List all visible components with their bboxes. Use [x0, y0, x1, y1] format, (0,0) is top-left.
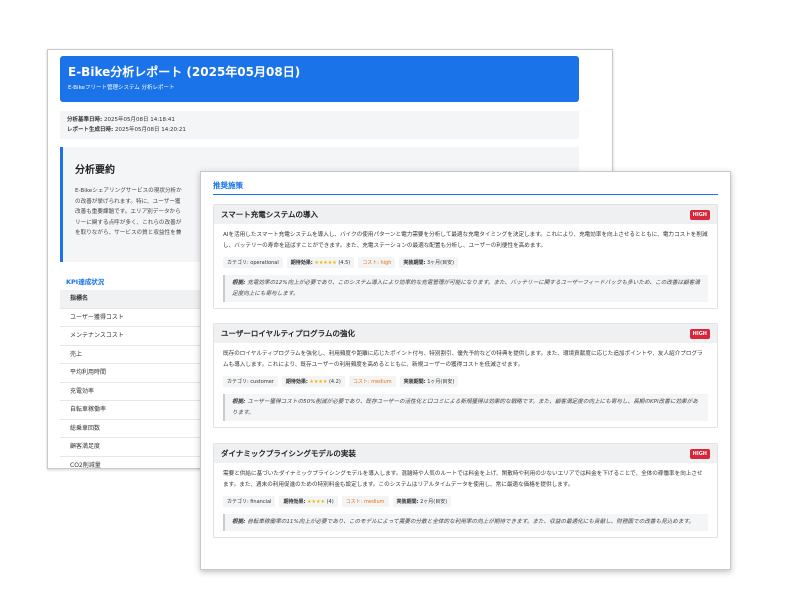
tag-label: コスト:: [362, 260, 379, 266]
tag-value: (4): [326, 499, 334, 505]
card-tags: カテゴリ: financial 期待効果: ★★★★ (4) コスト: medi…: [214, 493, 717, 510]
table-row: 総乗車回数: [60, 420, 205, 438]
effect-tag: 期待効果: ★★★★ (4): [279, 496, 338, 507]
tag-label: カテゴリ:: [227, 379, 249, 385]
tag-value: 2ヶ月(目安): [420, 499, 448, 505]
rationale-label: 根拠:: [232, 280, 246, 286]
card-tags: カテゴリ: customer 期待効果: ★★★★ (4.2) コスト: med…: [214, 373, 717, 390]
tag-value: customer: [250, 379, 274, 385]
priority-badge: HIGH: [689, 328, 710, 339]
card-rationale: 根拠: 自転車稼働率の11%向上が必要であり、このモデルによって需要の分散と全体…: [223, 514, 708, 531]
card-description: 需要と供給に基づいたダイナミックプライシングモデルを導入します。混雑時や人気のル…: [223, 471, 703, 488]
summary-line: 改善も重要課題です。エリア別データから: [75, 209, 181, 215]
report-header: E-Bike分析レポート (2025年05月08日) E-Bikeフリート管理シ…: [60, 56, 579, 102]
tag-value: (4.2): [328, 379, 341, 385]
tag-label: 実装期間:: [403, 379, 426, 385]
tag-label: 実装期間:: [403, 260, 426, 266]
category-tag: カテゴリ: customer: [223, 376, 278, 387]
tag-label: コスト:: [345, 499, 363, 505]
tag-value: 1ヶ月(目安): [427, 379, 455, 385]
card-header: スマート充電システムの導入 HIGH: [214, 205, 717, 224]
rationale-label: 根拠:: [232, 399, 246, 405]
card-description: AIを活用したスマート充電システムを導入し、バイクの使用パターンと電力需要を分析…: [223, 232, 708, 249]
tag-label: 期待効果:: [283, 499, 306, 505]
meta-label: 分析基準日時:: [67, 117, 103, 123]
tag-value: (4.5): [338, 260, 351, 266]
recommendation-card: ダイナミックプライシングモデルの実装 HIGH 需要と供給に基づいたダイナミック…: [213, 443, 718, 538]
period-tag: 実装期間: 1ヶ月(目安): [399, 376, 459, 387]
card-rationale: 根拠: ユーザー獲得コストの50%削減が必要であり、既存ユーザーの活性化と口コミ…: [223, 394, 708, 421]
rationale-label: 根拠:: [232, 519, 246, 525]
priority-badge: HIGH: [689, 209, 710, 220]
tag-value: financial: [250, 499, 272, 505]
tag-label: カテゴリ:: [227, 260, 249, 266]
table-row: ユーザー獲得コスト: [60, 309, 205, 327]
effect-tag: 期待効果: ★★★★★ (4.5): [286, 257, 355, 268]
meta-label: レポート生成日時:: [67, 127, 114, 133]
recommendation-card: ユーザーロイヤルティプログラムの強化 HIGH 既存のロイヤルティプログラムを強…: [213, 323, 718, 428]
tag-label: コスト:: [352, 379, 370, 385]
recommendations-window: 推奨施策 スマート充電システムの導入 HIGH AIを活用したスマート充電システ…: [200, 171, 731, 570]
recommendations-title: 推奨施策: [213, 181, 243, 190]
summary-line: E-Bikeシェアリングサービスの現状分析か: [75, 188, 182, 194]
table-row: 自転車稼働率: [60, 401, 205, 420]
category-tag: カテゴリ: operational: [223, 257, 283, 268]
report-meta: 分析基準日時: 2025年05月08日 14:18:41 レポート生成日時: 2…: [60, 111, 579, 139]
star-rating-icon: ★★★★★: [314, 260, 337, 266]
meta-value: 2025年05月08日 14:20:21: [114, 127, 186, 133]
star-rating-icon: ★★★★: [309, 379, 328, 385]
divider: [213, 194, 718, 195]
card-rationale: 根拠: 充電効率の12%向上が必要であり、このシステム導入により効率的な充電管理…: [223, 275, 708, 302]
tag-label: 実装期間:: [396, 499, 419, 505]
tag-label: 期待効果:: [290, 260, 313, 266]
table-row: 売上: [60, 346, 205, 364]
tag-value: medium: [363, 499, 385, 505]
summary-line: リーに関する点呼が多く、これらの改善が: [75, 219, 182, 226]
rationale-text: 充電効率の12%向上が必要であり、このシステム導入により効率的な充電管理が可能に…: [232, 280, 700, 297]
table-row: CO2削減量: [60, 457, 205, 469]
effect-tag: 期待効果: ★★★★ (4.2): [281, 376, 345, 387]
card-title: ダイナミックプライシングモデルの実装: [221, 449, 356, 458]
kpi-table: 指標名 ユーザー獲得コスト メンテナンスコスト 売上 平均利用時間 充電効率 自…: [60, 290, 205, 469]
card-title: スマート充電システムの導入: [221, 210, 319, 219]
rationale-text: ユーザー獲得コストの50%削減が必要であり、既存ユーザーの活性化と口コミによる新…: [232, 399, 698, 416]
kpi-title: KPI達成状況: [66, 278, 105, 286]
tag-value: 3ヶ月(目安): [427, 260, 455, 266]
tag-value: medium: [371, 379, 392, 385]
rationale-text: 自転車稼働率の11%向上が必要であり、このモデルによって需要の分散と全体的な利用…: [247, 519, 695, 525]
meta-row: 分析基準日時: 2025年05月08日 14:18:41: [67, 115, 572, 125]
star-rating-icon: ★★★★: [307, 499, 325, 505]
summary-line: の改善が挙げられます。特に、ユーザー獲: [75, 198, 181, 205]
card-header: ユーザーロイヤルティプログラムの強化 HIGH: [214, 324, 717, 343]
meta-value: 2025年05月08日 14:18:41: [103, 117, 175, 123]
recommendation-card: スマート充電システムの導入 HIGH AIを活用したスマート充電システムを導入し…: [213, 204, 718, 309]
card-tags: カテゴリ: operational 期待効果: ★★★★★ (4.5) コスト:…: [214, 254, 717, 271]
tag-value: operational: [250, 260, 279, 266]
tag-label: 期待効果:: [285, 379, 308, 385]
summary-line: を取りながら、サービスの質と収益性を兼: [75, 230, 182, 236]
card-description: 既存のロイヤルティプログラムを強化し、利用頻度や距離に応じたポイント付与、特別割…: [223, 351, 703, 368]
period-tag: 実装期間: 2ヶ月(目安): [392, 496, 452, 507]
table-row: メンテナンスコスト: [60, 327, 205, 346]
report-title: E-Bike分析レポート (2025年05月08日): [68, 65, 301, 79]
card-title: ユーザーロイヤルティプログラムの強化: [221, 329, 355, 338]
cost-tag: コスト: medium: [348, 376, 396, 387]
period-tag: 実装期間: 3ヶ月(目安): [399, 257, 459, 268]
table-row: 顧客満足度: [60, 438, 205, 457]
table-row: 平均利用時間: [60, 364, 205, 383]
cost-tag: コスト: high: [358, 257, 396, 268]
priority-badge: HIGH: [689, 448, 710, 459]
table-row: 充電効率: [60, 383, 205, 401]
kpi-header: 指標名: [60, 290, 205, 309]
tag-label: カテゴリ:: [227, 499, 249, 505]
meta-row: レポート生成日時: 2025年05月08日 14:20:21: [67, 125, 572, 135]
card-header: ダイナミックプライシングモデルの実装 HIGH: [214, 444, 717, 463]
report-subtitle: E-Bikeフリート管理システム 分析レポート: [68, 85, 175, 91]
tag-value: high: [380, 260, 392, 266]
category-tag: カテゴリ: financial: [223, 496, 276, 507]
cost-tag: コスト: medium: [341, 496, 389, 507]
